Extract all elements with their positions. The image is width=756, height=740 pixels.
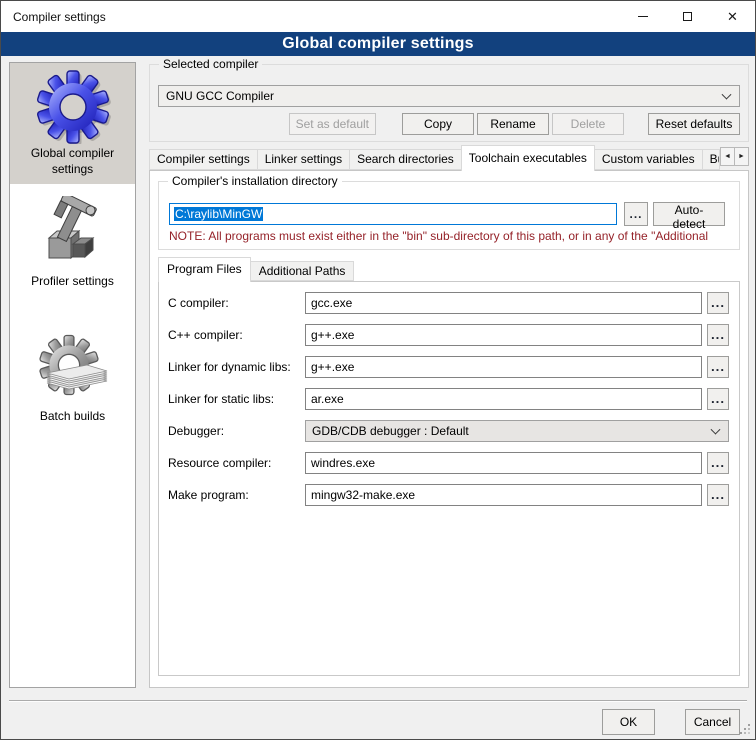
c-compiler-label: C compiler: bbox=[168, 296, 305, 310]
resize-grip-icon[interactable] bbox=[739, 723, 751, 735]
selected-compiler-group-label: Selected compiler bbox=[159, 57, 262, 71]
installation-dir-note: NOTE: All programs must exist either in … bbox=[169, 229, 735, 243]
rename-button[interactable]: Rename bbox=[477, 113, 549, 135]
compiler-select-value: GNU GCC Compiler bbox=[166, 89, 274, 103]
window-title: Compiler settings bbox=[1, 10, 106, 24]
sidebar: Global compiler settings bbox=[9, 62, 136, 688]
tab-build-options[interactable]: Build options bbox=[702, 149, 720, 170]
minimize-icon bbox=[638, 16, 648, 17]
dialog-body: Global compiler settings bbox=[1, 56, 755, 739]
installation-directory-group: Compiler's installation directory C:\ray… bbox=[158, 181, 740, 250]
close-icon: ✕ bbox=[727, 10, 738, 23]
form-row-dynamic-linker: Linker for dynamic libs: ... bbox=[168, 356, 729, 378]
program-files-page: C compiler: ... C++ compiler: ... Linker… bbox=[158, 281, 740, 676]
caliper-profiler-icon bbox=[35, 196, 111, 272]
tab-scroll-left-icon[interactable]: ◄ bbox=[720, 147, 735, 166]
dynamic-linker-browse-button[interactable]: ... bbox=[707, 356, 729, 378]
compiler-settings-dialog: Compiler settings ✕ Global compiler sett… bbox=[0, 0, 756, 740]
static-linker-input[interactable] bbox=[305, 388, 702, 410]
tab-scroller: ◄ ► bbox=[720, 147, 749, 166]
gray-gear-paper-stack-icon bbox=[35, 331, 111, 407]
subtab-additional-paths[interactable]: Additional Paths bbox=[250, 261, 355, 281]
form-row-resource-compiler: Resource compiler: ... bbox=[168, 452, 729, 474]
debugger-select[interactable]: GDB/CDB debugger : Default bbox=[305, 420, 729, 442]
form-row-c-compiler: C compiler: ... bbox=[168, 292, 729, 314]
tab-compiler-settings[interactable]: Compiler settings bbox=[149, 149, 258, 170]
c-compiler-browse-button[interactable]: ... bbox=[707, 292, 729, 314]
close-button[interactable]: ✕ bbox=[710, 1, 755, 32]
form-row-debugger: Debugger: GDB/CDB debugger : Default bbox=[168, 420, 729, 442]
cpp-compiler-input[interactable] bbox=[305, 324, 702, 346]
sidebar-item-label: Global compiler settings bbox=[10, 144, 135, 181]
form-row-static-linker: Linker for static libs: ... bbox=[168, 388, 729, 410]
form-row-make-program: Make program: ... bbox=[168, 484, 729, 506]
tab-toolchain-executables[interactable]: Toolchain executables bbox=[461, 145, 595, 171]
static-linker-browse-button[interactable]: ... bbox=[707, 388, 729, 410]
installation-dir-selected-text: C:\raylib\MinGW bbox=[174, 207, 263, 221]
static-linker-label: Linker for static libs: bbox=[168, 392, 305, 406]
sidebar-item-label: Profiler settings bbox=[27, 272, 118, 294]
selected-compiler-group: Selected compiler GNU GCC Compiler Set a… bbox=[149, 64, 749, 142]
subtab-program-files[interactable]: Program Files bbox=[158, 257, 251, 282]
executables-subtabs: Program Files Additional Paths bbox=[158, 257, 354, 282]
make-program-input[interactable] bbox=[305, 484, 702, 506]
main-tabs: Compiler settings Linker settings Search… bbox=[149, 145, 749, 171]
compiler-buttons-row: Set as default Copy Rename Delete Reset … bbox=[158, 113, 740, 135]
form-row-cpp-compiler: C++ compiler: ... bbox=[168, 324, 729, 346]
footer-divider bbox=[9, 700, 747, 702]
auto-detect-button[interactable]: Auto-detect bbox=[653, 202, 725, 226]
copy-button[interactable]: Copy bbox=[402, 113, 474, 135]
debugger-label: Debugger: bbox=[168, 424, 305, 438]
tab-linker-settings[interactable]: Linker settings bbox=[257, 149, 350, 170]
ok-button[interactable]: OK bbox=[602, 709, 655, 735]
installation-directory-group-label: Compiler's installation directory bbox=[168, 174, 342, 188]
page-title: Global compiler settings bbox=[1, 32, 755, 56]
tab-scroll-right-icon[interactable]: ► bbox=[734, 147, 749, 166]
installation-dir-browse-button[interactable]: ... bbox=[624, 202, 648, 226]
blue-gear-icon bbox=[35, 68, 111, 144]
sidebar-item-label: Batch builds bbox=[36, 407, 109, 429]
make-program-label: Make program: bbox=[168, 488, 305, 502]
cpp-compiler-browse-button[interactable]: ... bbox=[707, 324, 729, 346]
resource-compiler-input[interactable] bbox=[305, 452, 702, 474]
titlebar: Compiler settings ✕ bbox=[1, 1, 755, 32]
sidebar-item-global-compiler-settings[interactable]: Global compiler settings bbox=[10, 63, 135, 184]
sidebar-item-batch-builds[interactable]: Batch builds bbox=[10, 326, 135, 430]
dynamic-linker-input[interactable] bbox=[305, 356, 702, 378]
tab-search-directories[interactable]: Search directories bbox=[349, 149, 462, 170]
dynamic-linker-label: Linker for dynamic libs: bbox=[168, 360, 305, 374]
resource-compiler-browse-button[interactable]: ... bbox=[707, 452, 729, 474]
delete-button[interactable]: Delete bbox=[552, 113, 624, 135]
compiler-select[interactable]: GNU GCC Compiler bbox=[158, 85, 740, 107]
sidebar-item-profiler-settings[interactable]: Profiler settings bbox=[10, 191, 135, 301]
maximize-button[interactable] bbox=[665, 1, 710, 32]
debugger-select-value: GDB/CDB debugger : Default bbox=[312, 424, 469, 438]
cpp-compiler-label: C++ compiler: bbox=[168, 328, 305, 342]
installation-dir-input[interactable]: C:\raylib\MinGW bbox=[169, 203, 617, 225]
cancel-button[interactable]: Cancel bbox=[685, 709, 740, 735]
chevron-down-icon bbox=[711, 425, 721, 435]
chevron-down-icon bbox=[722, 90, 732, 100]
resource-compiler-label: Resource compiler: bbox=[168, 456, 305, 470]
make-program-browse-button[interactable]: ... bbox=[707, 484, 729, 506]
tab-custom-variables[interactable]: Custom variables bbox=[594, 149, 703, 170]
maximize-icon bbox=[683, 12, 692, 21]
set-as-default-button[interactable]: Set as default bbox=[289, 113, 376, 135]
minimize-button[interactable] bbox=[620, 1, 665, 32]
c-compiler-input[interactable] bbox=[305, 292, 702, 314]
reset-defaults-button[interactable]: Reset defaults bbox=[648, 113, 740, 135]
toolchain-executables-page: Compiler's installation directory C:\ray… bbox=[149, 170, 749, 688]
titlebar-buttons: ✕ bbox=[620, 1, 755, 32]
